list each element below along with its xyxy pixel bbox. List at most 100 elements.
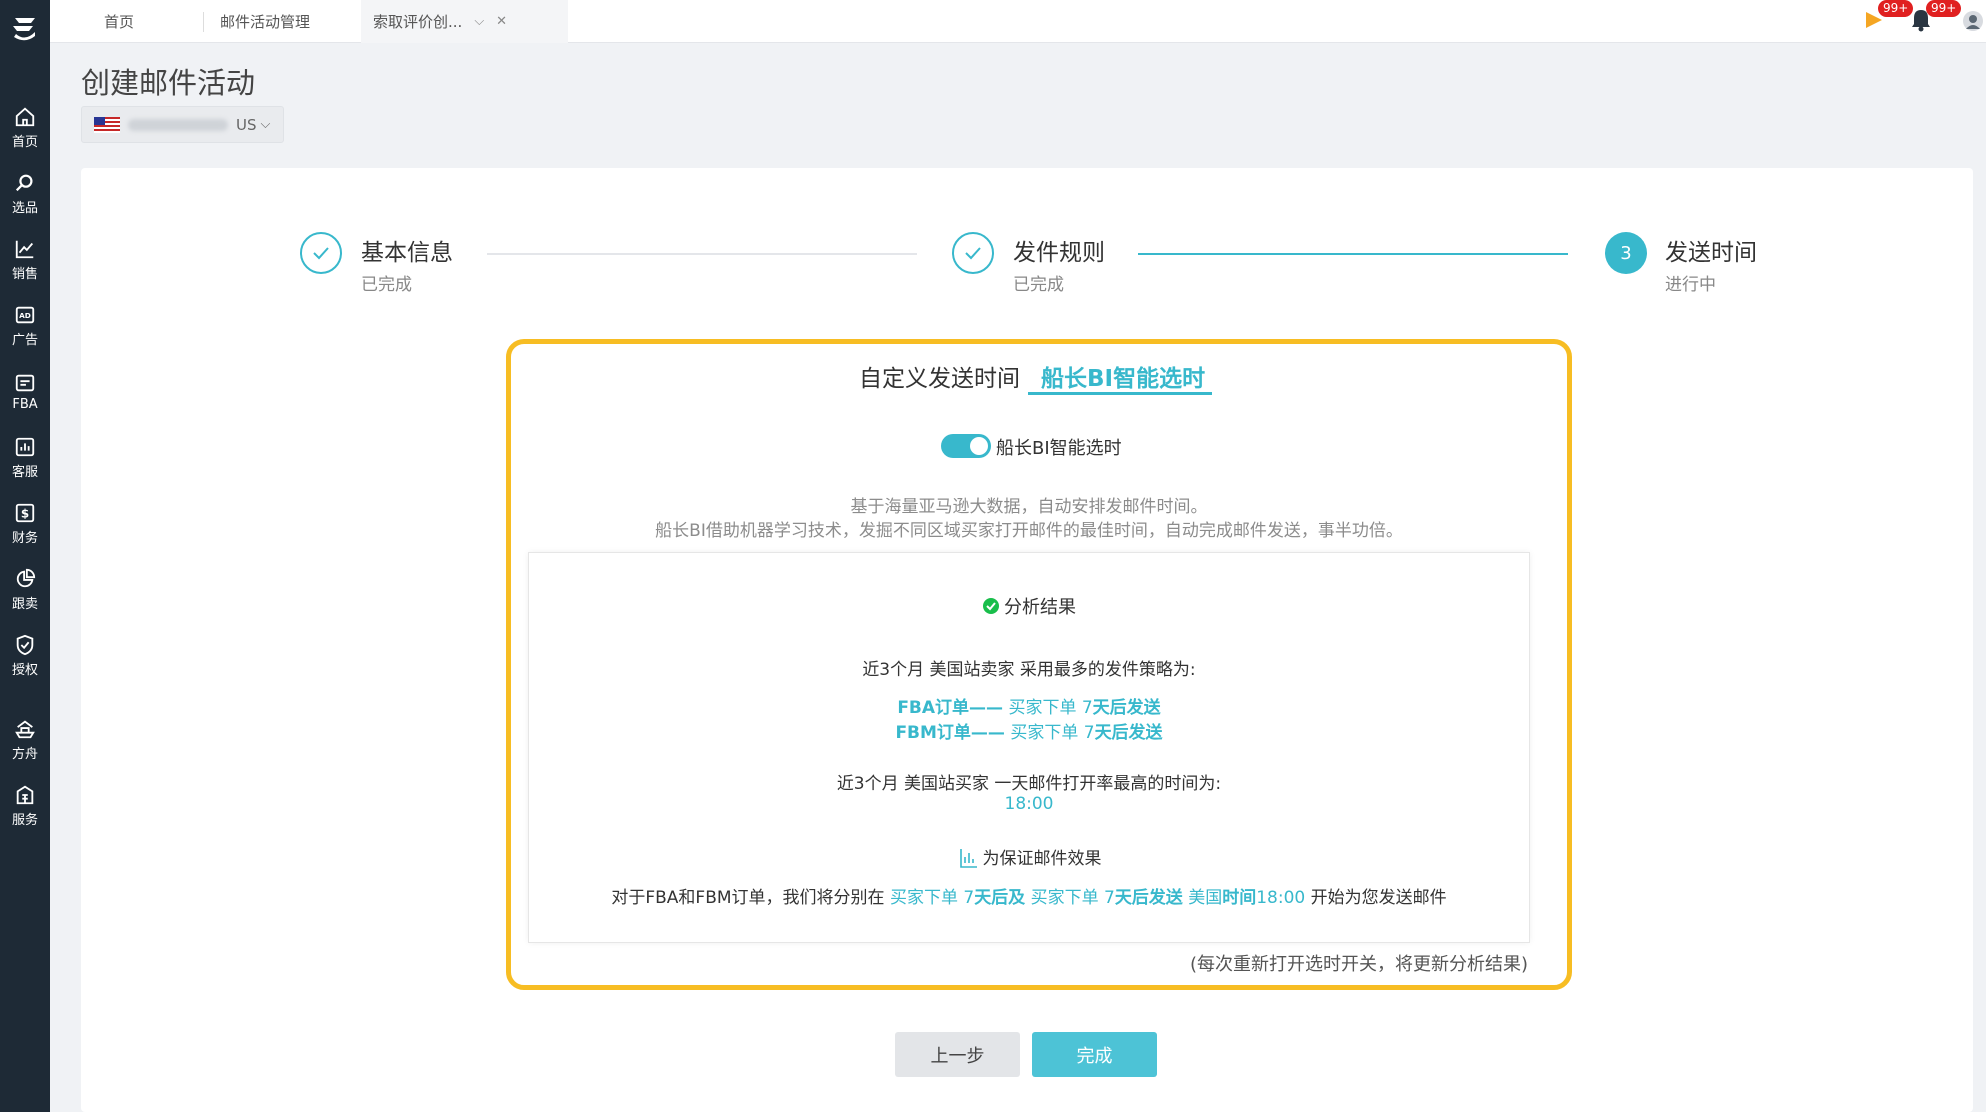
summary-f: 美国 <box>1182 888 1223 908</box>
fba-label: FBA订单—— <box>897 698 1004 718</box>
chevron-down-icon: ⌵ <box>260 117 271 132</box>
flag-badge: 99+ <box>1878 0 1914 17</box>
time-intro: 近3个月 美国站买家 一天邮件打开率最高的时间为: <box>836 774 1222 794</box>
store-selector[interactable]: US ⌵ <box>81 106 284 143</box>
dollar-icon: $ <box>15 503 35 523</box>
pie-chart-icon <box>16 568 36 588</box>
store-code: US <box>236 115 257 134</box>
step-2-title: 发件规则 <box>1013 240 1105 266</box>
tab-custom-send-time[interactable]: 自定义发送时间 <box>859 359 1020 393</box>
sidebar-item-ark[interactable]: 方舟 <box>0 712 50 768</box>
best-time: 18:00 <box>1004 794 1054 814</box>
sidebar-item-label: 服务 <box>11 813 38 828</box>
tab-bar: 首页 邮件活动管理 索取评价创... ⌵ ✕ 99+ 99+ <box>50 0 1986 43</box>
step-3-number: 3 <box>1605 232 1647 274</box>
ark-icon <box>15 720 35 739</box>
chart-line-icon <box>15 240 34 259</box>
tab-email-campaigns[interactable]: 邮件活动管理 <box>220 0 310 43</box>
sidebar-item-label: 跟卖 <box>11 597 38 612</box>
tab-smart-timing[interactable]: 船长BI智能选时 <box>1041 359 1205 393</box>
step-3-title: 发送时间 <box>1665 240 1757 266</box>
guarantee-line: 为保证邮件效果 <box>529 844 1529 869</box>
fba-mid: 买家下单 7 <box>1003 698 1093 718</box>
summary-b: 买家下单 7 <box>889 888 975 908</box>
sidebar: 首页 选品 销售 AD 广告 FBA 客服 $ 财务 跟卖 授权 方舟 服务 <box>0 0 50 1112</box>
strategy-intro: 近3个月 美国站卖家 采用最多的发件策略为: <box>862 660 1196 680</box>
fbm-label: FBM订单—— <box>895 723 1005 743</box>
sidebar-item-follow-sell[interactable]: 跟卖 <box>0 562 50 618</box>
sidebar-item-selection[interactable]: 选品 <box>0 166 50 222</box>
avatar[interactable] <box>1962 10 1984 32</box>
tab-separator <box>203 12 204 32</box>
summary-line: 对于FBA和FBM订单，我们将分别在 买家下单 7天后及 买家下单 7天后发送 … <box>529 883 1529 908</box>
sidebar-item-label: FBA <box>12 397 38 412</box>
description-line-2: 船长BI借助机器学习技术，发掘不同区域买家打开邮件的最佳时间，自动完成邮件发送，… <box>655 521 1403 541</box>
app-logo[interactable] <box>9 12 41 44</box>
svg-text:$: $ <box>21 507 29 521</box>
step-2-check-icon <box>952 232 994 274</box>
fbm-end: 天后发送 <box>1094 723 1163 743</box>
chart-hand-icon <box>959 849 977 868</box>
step-1-status: 已完成 <box>361 275 412 295</box>
fbm-mid: 买家下单 7 <box>1004 723 1095 743</box>
sidebar-item-label: 方舟 <box>11 747 38 762</box>
step-1-title: 基本信息 <box>361 240 453 266</box>
fba-icon <box>15 374 35 392</box>
sidebar-item-customer-service[interactable]: 客服 <box>0 430 50 486</box>
sidebar-item-authorization[interactable]: 授权 <box>0 628 50 684</box>
summary-e: 天后发送 <box>1114 888 1183 908</box>
chevron-down-icon[interactable]: ⌵ <box>474 14 484 29</box>
summary-a: 对于FBA和FBM订单，我们将分别在 <box>611 888 890 908</box>
step-connector <box>487 253 917 255</box>
refresh-note: (每次重新打开选时开关，将更新分析结果) <box>1190 954 1529 975</box>
summary-h: 18:00 <box>1256 888 1306 908</box>
sidebar-item-label: 财务 <box>11 531 38 546</box>
building-icon <box>16 785 34 805</box>
tab-home[interactable]: 首页 <box>104 0 134 43</box>
sidebar-item-finance[interactable]: $ 财务 <box>0 496 50 552</box>
description-line-1: 基于海量亚马逊大数据，自动安排发邮件时间。 <box>850 497 1208 517</box>
analysis-panel: 分析结果 近3个月 美国站卖家 采用最多的发件策略为: FBA订单—— 买家下单… <box>528 552 1530 943</box>
summary-c: 天后及 <box>974 888 1026 908</box>
fba-end: 天后发送 <box>1092 698 1161 718</box>
store-name-redacted <box>128 118 228 131</box>
summary-d: 买家下单 7 <box>1025 888 1115 908</box>
step-number: 3 <box>1620 242 1632 264</box>
tab-active-indicator <box>1028 392 1212 395</box>
toggle-label: 船长BI智能选时 <box>996 438 1122 459</box>
sidebar-item-fba[interactable]: FBA <box>0 364 50 420</box>
smart-timing-toggle[interactable] <box>941 434 991 458</box>
step-1-check-icon <box>300 232 342 274</box>
tab-review-request[interactable]: 索取评价创... ⌵ ✕ <box>361 0 568 43</box>
analysis-title-text: 分析结果 <box>1004 597 1076 618</box>
us-flag-icon <box>94 116 120 133</box>
page-title: 创建邮件活动 <box>81 66 256 100</box>
sidebar-item-home[interactable]: 首页 <box>0 100 50 156</box>
step-connector <box>1138 253 1568 255</box>
service-chart-icon <box>15 437 35 457</box>
svg-text:AD: AD <box>19 311 31 320</box>
sidebar-item-label: 授权 <box>11 663 38 678</box>
step-3-status: 进行中 <box>1665 275 1716 295</box>
fba-strategy: FBA订单—— 买家下单 7天后发送 <box>529 693 1529 718</box>
fbm-strategy: FBM订单—— 买家下单 7天后发送 <box>529 718 1529 743</box>
guarantee-text: 为保证邮件效果 <box>982 849 1102 869</box>
sidebar-item-ads[interactable]: AD 广告 <box>0 298 50 354</box>
sidebar-item-services[interactable]: 服务 <box>0 778 50 834</box>
analysis-title: 分析结果 <box>529 593 1529 619</box>
tab-label: 邮件活动管理 <box>220 13 311 31</box>
tab-label: 首页 <box>104 13 135 31</box>
toggle-knob <box>970 437 988 455</box>
sidebar-item-label: 选品 <box>11 201 38 216</box>
tab-label: 索取评价创... <box>373 13 463 31</box>
sidebar-item-sales[interactable]: 销售 <box>0 232 50 288</box>
close-icon[interactable]: ✕ <box>496 14 507 29</box>
summary-g: 时间 <box>1222 888 1257 908</box>
check-circle-icon <box>983 598 999 614</box>
sidebar-item-label: 首页 <box>11 135 38 150</box>
finish-button[interactable]: 完成 <box>1032 1032 1157 1077</box>
step-2-status: 已完成 <box>1013 275 1064 295</box>
summary-i: 开始为您发送邮件 <box>1305 888 1447 908</box>
sidebar-item-label: 销售 <box>11 267 38 282</box>
prev-step-button[interactable]: 上一步 <box>895 1032 1020 1077</box>
